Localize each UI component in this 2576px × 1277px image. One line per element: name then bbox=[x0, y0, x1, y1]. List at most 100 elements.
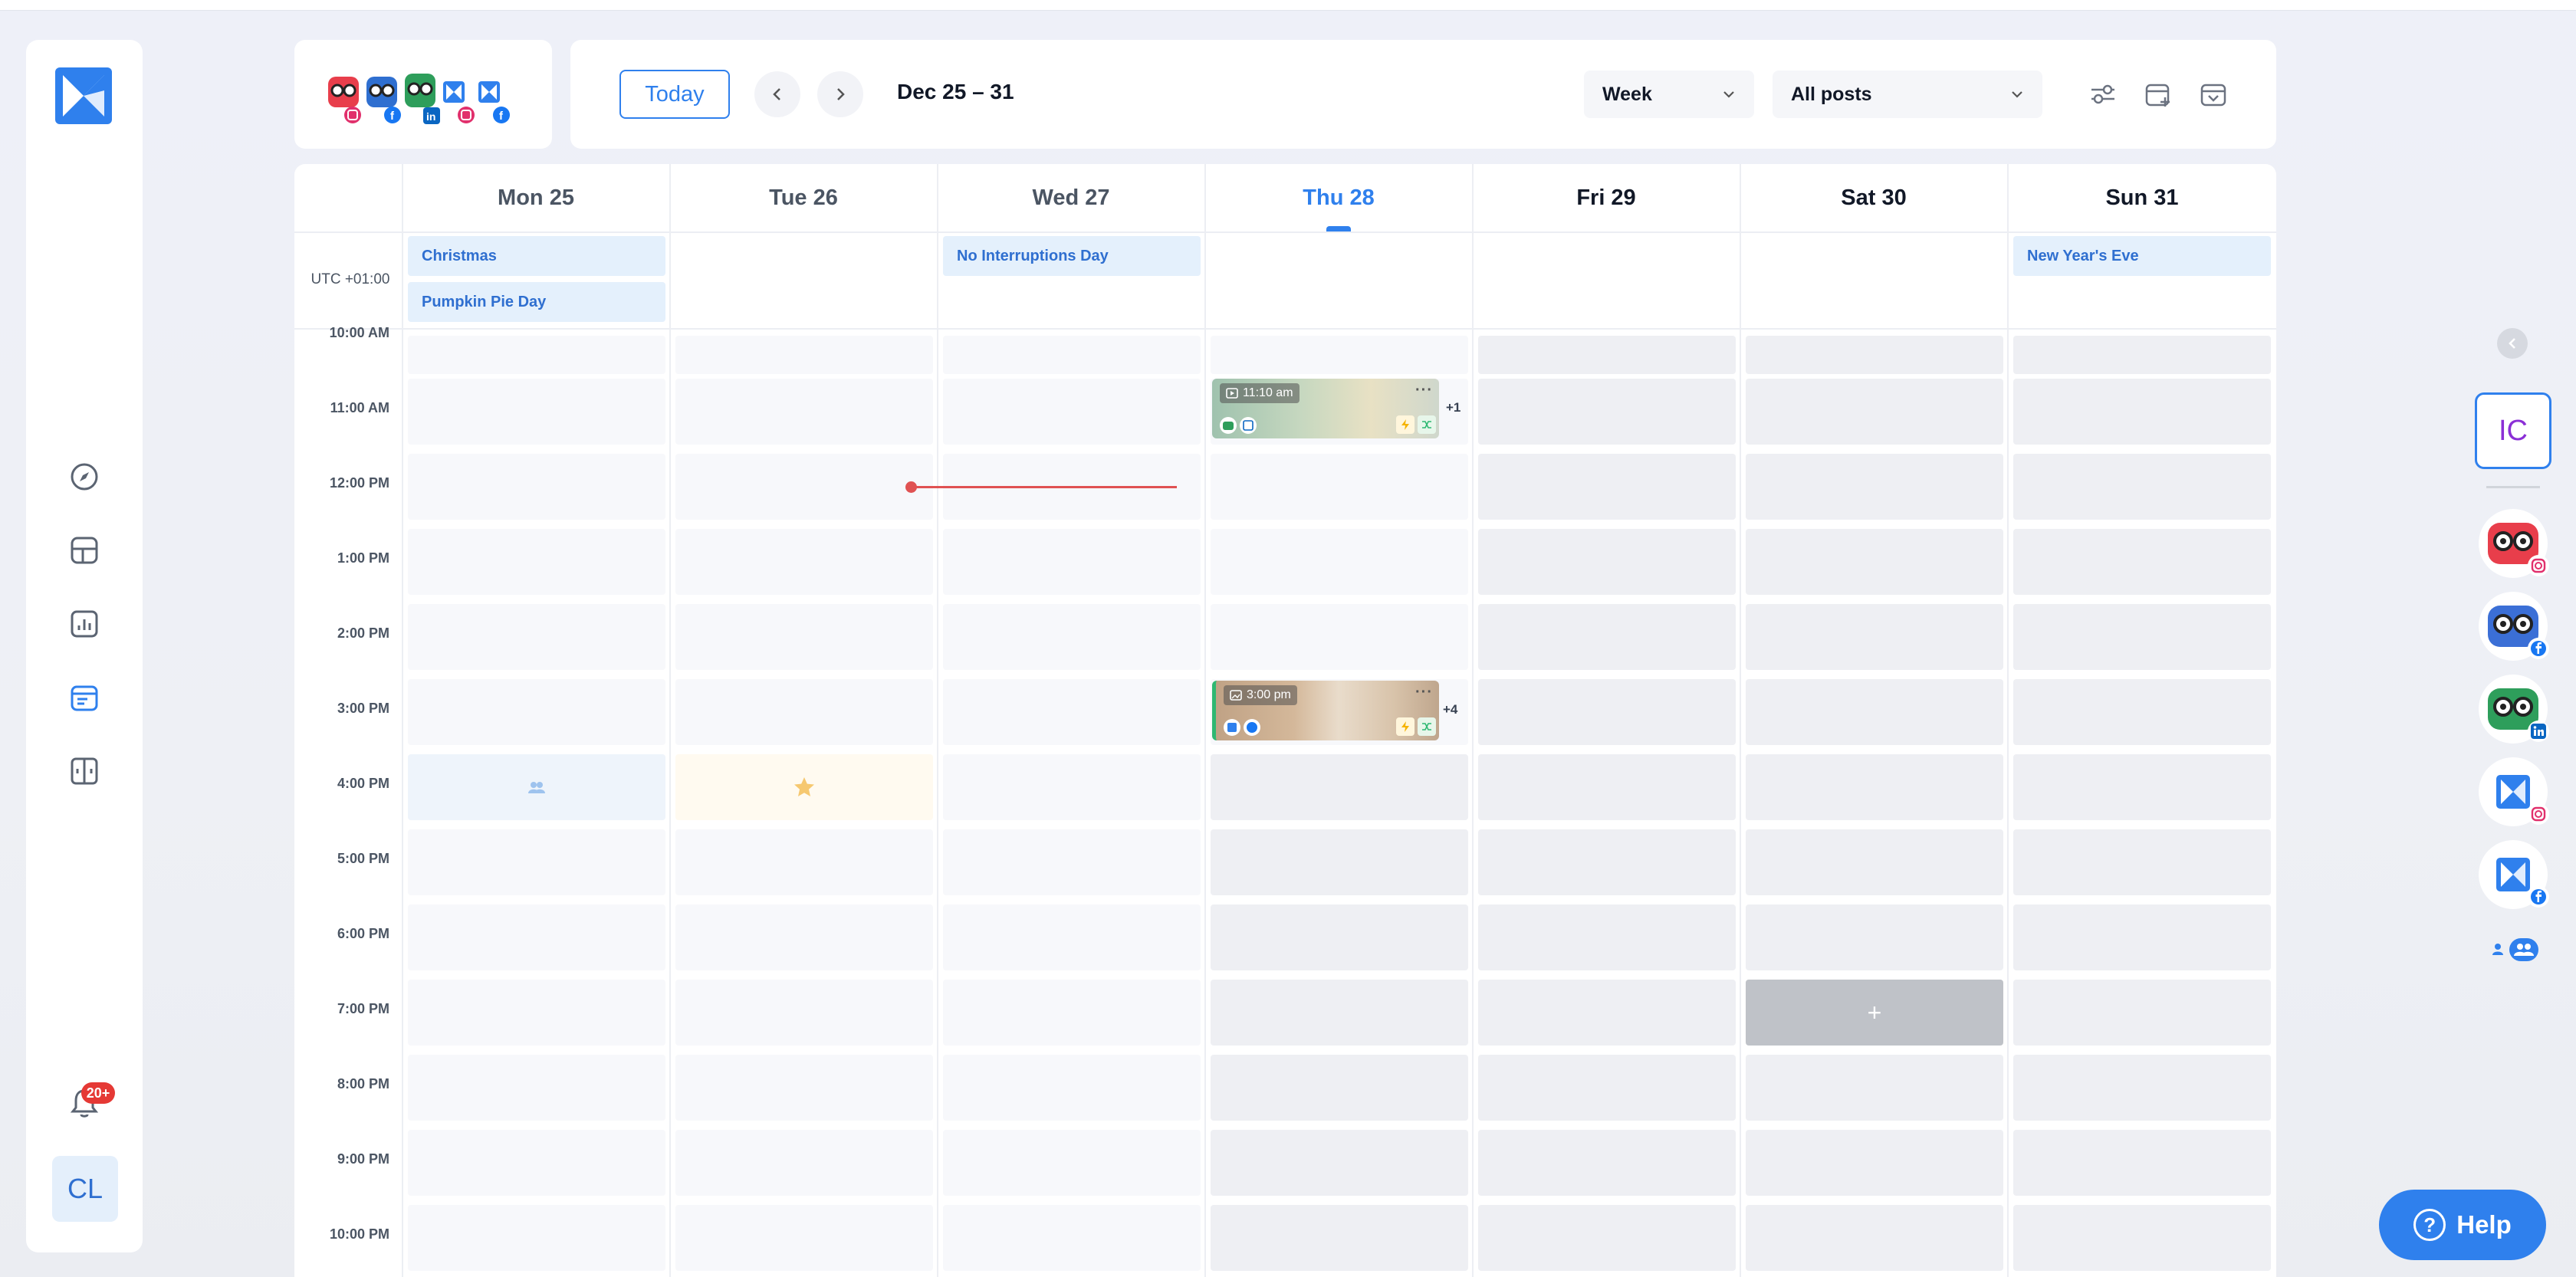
time-slot[interactable] bbox=[1746, 1205, 2003, 1271]
time-slot[interactable] bbox=[408, 529, 665, 595]
time-slot[interactable] bbox=[943, 379, 1201, 445]
more-posts-count[interactable]: +1 bbox=[1446, 400, 1460, 415]
library-icon[interactable] bbox=[65, 752, 104, 790]
account-groups-toggle[interactable] bbox=[2484, 937, 2544, 963]
time-slot[interactable] bbox=[408, 754, 665, 820]
time-slot[interactable] bbox=[943, 754, 1201, 820]
time-slot[interactable] bbox=[1478, 904, 1736, 970]
time-slot[interactable] bbox=[1746, 829, 2003, 895]
time-slot[interactable] bbox=[1211, 604, 1468, 670]
time-slot[interactable] bbox=[1211, 1205, 1468, 1271]
next-week-button[interactable] bbox=[817, 71, 863, 117]
time-slot[interactable] bbox=[2013, 336, 2271, 374]
time-slot[interactable] bbox=[1478, 829, 1736, 895]
filters-icon[interactable] bbox=[2084, 75, 2122, 113]
time-slot[interactable] bbox=[1211, 454, 1468, 520]
time-slot[interactable] bbox=[408, 604, 665, 670]
time-slot[interactable] bbox=[943, 679, 1201, 745]
account-brand-instagram[interactable] bbox=[2479, 757, 2549, 826]
time-slot[interactable] bbox=[1478, 1205, 1736, 1271]
time-slot[interactable] bbox=[675, 980, 933, 1046]
collapse-panel-button[interactable] bbox=[2497, 328, 2528, 359]
time-slot[interactable] bbox=[408, 1205, 665, 1271]
time-slot[interactable] bbox=[1478, 1130, 1736, 1196]
bolt-icon[interactable] bbox=[1396, 717, 1414, 736]
user-avatar[interactable]: CL bbox=[52, 1156, 118, 1222]
time-slot[interactable] bbox=[1746, 1130, 2003, 1196]
add-calendar-icon[interactable] bbox=[2139, 75, 2177, 113]
time-slot[interactable] bbox=[408, 379, 665, 445]
time-slot[interactable] bbox=[1746, 336, 2003, 374]
time-slot[interactable] bbox=[675, 379, 933, 445]
dashboard-icon[interactable] bbox=[65, 531, 104, 570]
time-slot[interactable] bbox=[943, 1205, 1201, 1271]
time-slot[interactable] bbox=[2013, 754, 2271, 820]
shuffle-icon[interactable] bbox=[1418, 415, 1436, 434]
time-slot[interactable] bbox=[1478, 1055, 1736, 1121]
filter-select[interactable]: All posts bbox=[1773, 71, 2042, 118]
time-slot[interactable] bbox=[2013, 1205, 2271, 1271]
time-slot[interactable] bbox=[675, 604, 933, 670]
time-slot[interactable] bbox=[675, 904, 933, 970]
time-slot[interactable] bbox=[675, 754, 933, 820]
time-slot[interactable] bbox=[1211, 1055, 1468, 1121]
time-slot[interactable] bbox=[1746, 754, 2003, 820]
time-slot[interactable] bbox=[1211, 829, 1468, 895]
time-slot[interactable] bbox=[1211, 754, 1468, 820]
holiday-christmas[interactable]: Christmas bbox=[408, 236, 665, 276]
time-slot[interactable] bbox=[1746, 679, 2003, 745]
time-slot[interactable] bbox=[943, 604, 1201, 670]
workspace-avatar[interactable]: IC bbox=[2475, 392, 2551, 469]
time-slot[interactable] bbox=[1211, 904, 1468, 970]
time-slot[interactable] bbox=[408, 1055, 665, 1121]
time-slot[interactable] bbox=[408, 336, 665, 374]
time-slot[interactable] bbox=[1478, 336, 1736, 374]
time-slot[interactable] bbox=[675, 529, 933, 595]
time-slot[interactable] bbox=[943, 336, 1201, 374]
analytics-icon[interactable] bbox=[65, 605, 104, 643]
time-slot[interactable] bbox=[1746, 1055, 2003, 1121]
time-slot[interactable]: + bbox=[1746, 980, 2003, 1046]
time-slot[interactable] bbox=[2013, 904, 2271, 970]
time-slot[interactable] bbox=[408, 679, 665, 745]
view-select[interactable]: Week bbox=[1584, 71, 1754, 118]
time-slot[interactable] bbox=[1211, 1130, 1468, 1196]
time-slot[interactable] bbox=[1478, 454, 1736, 520]
time-slot[interactable] bbox=[408, 829, 665, 895]
time-slot[interactable] bbox=[408, 980, 665, 1046]
time-slot[interactable] bbox=[1211, 336, 1468, 374]
help-button[interactable]: ? Help bbox=[2379, 1190, 2546, 1260]
time-slot[interactable] bbox=[1746, 904, 2003, 970]
time-slot[interactable] bbox=[2013, 829, 2271, 895]
time-slot[interactable] bbox=[408, 454, 665, 520]
holiday-no-interruptions-day[interactable]: No Interruptions Day bbox=[943, 236, 1201, 276]
time-slot[interactable] bbox=[1746, 529, 2003, 595]
time-slot[interactable] bbox=[1478, 379, 1736, 445]
time-slot[interactable] bbox=[1478, 679, 1736, 745]
accounts-selector[interactable]: f in f bbox=[294, 40, 552, 149]
time-slot[interactable] bbox=[675, 679, 933, 745]
compass-icon[interactable] bbox=[65, 458, 104, 496]
time-slot[interactable] bbox=[1746, 379, 2003, 445]
time-slot[interactable] bbox=[943, 980, 1201, 1046]
time-slot[interactable] bbox=[2013, 1130, 2271, 1196]
time-slot[interactable] bbox=[1478, 529, 1736, 595]
time-slot[interactable] bbox=[2013, 454, 2271, 520]
time-slot[interactable] bbox=[675, 1205, 933, 1271]
time-slot[interactable] bbox=[1478, 754, 1736, 820]
calendar-download-icon[interactable] bbox=[2194, 75, 2233, 113]
time-slot[interactable] bbox=[2013, 379, 2271, 445]
time-slot[interactable] bbox=[1478, 980, 1736, 1046]
time-slot[interactable] bbox=[2013, 529, 2271, 595]
time-slot[interactable] bbox=[943, 1055, 1201, 1121]
time-slot[interactable] bbox=[943, 904, 1201, 970]
time-slot[interactable] bbox=[408, 1130, 665, 1196]
today-button[interactable]: Today bbox=[619, 70, 730, 119]
time-slot[interactable] bbox=[2013, 980, 2271, 1046]
time-slot[interactable] bbox=[1746, 604, 2003, 670]
time-slot[interactable] bbox=[408, 904, 665, 970]
time-slot[interactable] bbox=[1211, 980, 1468, 1046]
time-slot[interactable] bbox=[675, 336, 933, 374]
time-slot[interactable] bbox=[943, 829, 1201, 895]
post-menu-icon[interactable]: ··· bbox=[1415, 382, 1433, 399]
